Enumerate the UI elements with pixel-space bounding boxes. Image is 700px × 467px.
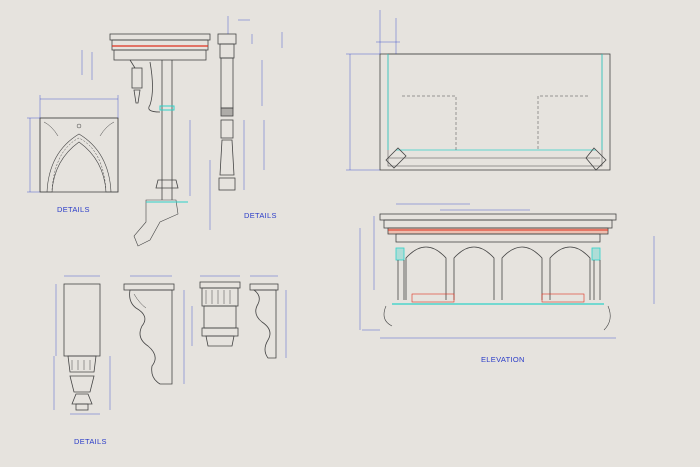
- side-section-detail: [109, 33, 211, 247]
- bracket-side-dimensions: [130, 275, 185, 384]
- bracket-front-detail: [39, 117, 119, 193]
- elevation-view: [379, 213, 617, 331]
- post-profile-dimensions: [53, 275, 111, 415]
- bracket-side-profile: [123, 283, 175, 385]
- moulding-profile-detail: [249, 283, 279, 359]
- drawing-sheet: DETAILS DETAILS DETAILS ELEVATION: [0, 0, 700, 467]
- post-profile-detail: [63, 283, 101, 411]
- elevation-label: ELEVATION: [481, 355, 525, 364]
- plan-view-dimensions: [346, 10, 400, 171]
- details-label-2: DETAILS: [244, 211, 277, 220]
- post-section-detail: [217, 33, 237, 191]
- drawing-svg: [27, 10, 655, 415]
- details-label-3: DETAILS: [74, 437, 107, 446]
- capital-front-dimensions: [191, 275, 240, 346]
- details-label-1: DETAILS: [57, 205, 90, 214]
- plan-view: [379, 53, 611, 171]
- moulding-profile-dimensions: [250, 275, 287, 358]
- capital-front-detail: [199, 281, 241, 347]
